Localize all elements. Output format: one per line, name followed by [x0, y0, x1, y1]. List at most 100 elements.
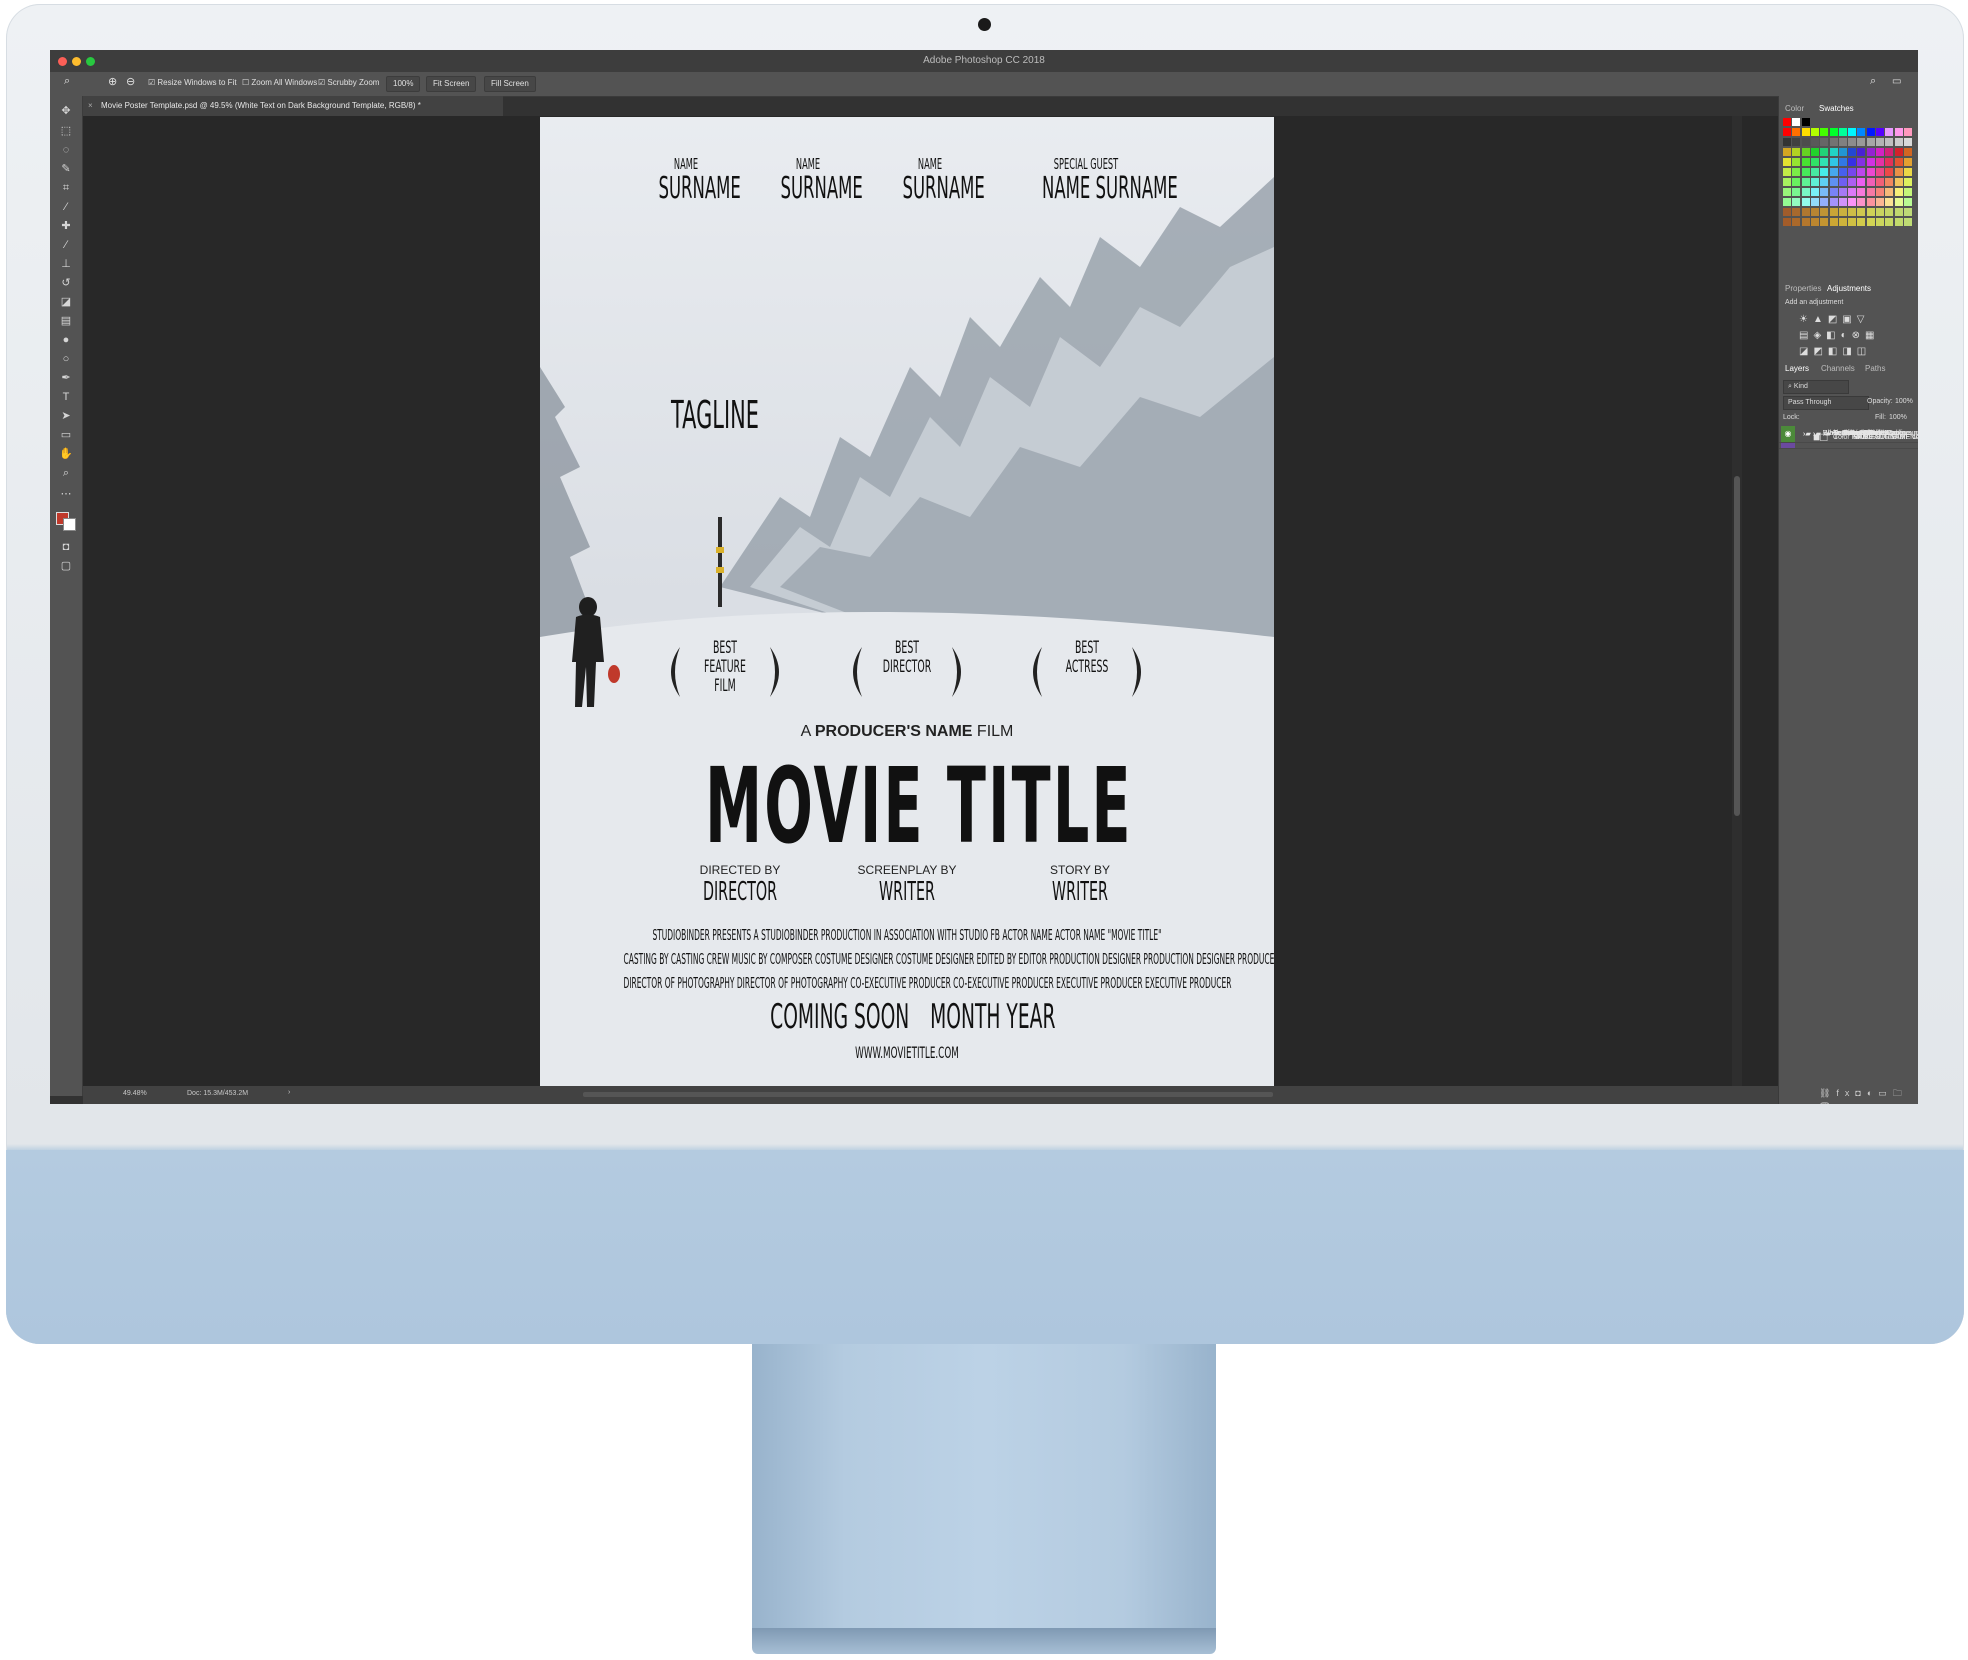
color-swatch[interactable]	[1783, 148, 1791, 156]
screen-mode-icon[interactable]: ▢	[58, 559, 74, 573]
fit-screen-button[interactable]: Fit Screen	[426, 76, 477, 92]
color-swatch[interactable]	[1857, 188, 1866, 196]
document-tab[interactable]: × Movie Poster Template.psd @ 49.5% (Whi…	[83, 96, 503, 116]
color-swatch[interactable]	[1810, 128, 1819, 136]
website-url[interactable]: WWW.MOVIETITLE.COM	[540, 1043, 1274, 1062]
color-swatch[interactable]	[1838, 148, 1847, 156]
close-tab-icon[interactable]: ×	[88, 96, 93, 116]
pen-tool-icon[interactable]: ✒	[58, 371, 74, 385]
color-swatch[interactable]	[1838, 158, 1847, 166]
color-swatch[interactable]	[1903, 128, 1912, 136]
tab-swatches[interactable]: Swatches	[1819, 104, 1854, 113]
color-swatch[interactable]	[1848, 218, 1857, 226]
color-swatch[interactable]	[1792, 168, 1801, 176]
color-swatch[interactable]	[1894, 168, 1903, 176]
color-swatch[interactable]	[1801, 218, 1810, 226]
color-swatch[interactable]	[1810, 148, 1819, 156]
color-swatch[interactable]	[1866, 138, 1875, 146]
color-swatch[interactable]	[1820, 128, 1829, 136]
status-arrow-icon[interactable]: ›	[288, 1089, 290, 1096]
color-swatch[interactable]	[1867, 118, 1875, 126]
tab-properties[interactable]: Properties	[1785, 284, 1821, 293]
color-swatch[interactable]	[1866, 188, 1875, 196]
color-swatch[interactable]	[1866, 178, 1875, 186]
workspace-icon[interactable]: ▭	[1892, 76, 1901, 87]
color-swatch[interactable]	[1820, 148, 1829, 156]
color-swatch[interactable]	[1894, 178, 1903, 186]
color-swatch[interactable]	[1848, 158, 1857, 166]
color-swatch[interactable]	[1792, 148, 1801, 156]
special-guest-name[interactable]: SPECIAL GUEST NAME SURNAME	[1006, 155, 1178, 206]
zoom-tool-icon-active[interactable]: ⌕	[58, 466, 74, 480]
color-swatch[interactable]	[1885, 198, 1894, 206]
color-swatch[interactable]	[1801, 168, 1810, 176]
color-swatch[interactable]	[1801, 188, 1810, 196]
horizontal-scrollbar[interactable]	[583, 1092, 1273, 1097]
color-swatch[interactable]	[1810, 198, 1819, 206]
fill-field[interactable]: 100%	[1889, 414, 1907, 421]
color-swatch[interactable]	[1839, 118, 1847, 126]
color-swatch[interactable]	[1885, 118, 1893, 126]
color-swatch[interactable]	[1857, 198, 1866, 206]
move-tool-icon[interactable]: ✥	[58, 104, 74, 118]
color-swatch[interactable]	[1894, 198, 1903, 206]
color-swatch[interactable]	[1820, 178, 1829, 186]
rectangle-tool-icon[interactable]: ▭	[58, 428, 74, 442]
billing-block[interactable]: STUDIOBINDER PRESENTS A STUDIOBINDER PRO…	[540, 923, 1275, 995]
color-swatch[interactable]	[1783, 178, 1791, 186]
color-swatch[interactable]	[1894, 128, 1903, 136]
actor-name-2[interactable]: NAME SURNAME	[758, 155, 863, 206]
release-date[interactable]: MONTH YEAR	[900, 997, 1055, 1037]
gradient-tool-icon[interactable]: ▤	[58, 314, 74, 328]
background-color-swatch[interactable]	[63, 518, 76, 531]
color-swatch[interactable]	[1885, 218, 1894, 226]
color-swatch[interactable]	[1783, 138, 1791, 146]
color-swatch[interactable]	[1783, 158, 1791, 166]
color-swatch[interactable]	[1820, 158, 1829, 166]
more-tools-icon[interactable]: ⋯	[58, 487, 74, 501]
clone-stamp-tool-icon[interactable]: ⊥	[58, 257, 74, 271]
color-swatch[interactable]	[1866, 148, 1875, 156]
zoom-100-button[interactable]: 100%	[386, 76, 421, 92]
color-swatch[interactable]	[1792, 128, 1801, 136]
eyedropper-tool-icon[interactable]: ⁄	[58, 200, 74, 214]
color-swatch[interactable]	[1848, 178, 1857, 186]
color-swatch[interactable]	[1885, 158, 1894, 166]
color-swatch[interactable]	[1801, 158, 1810, 166]
color-swatch[interactable]	[1810, 218, 1819, 226]
color-swatch[interactable]	[1903, 198, 1912, 206]
producer-line[interactable]: A PRODUCER'S NAME FILM	[540, 723, 1274, 741]
swatch-grid[interactable]	[1783, 118, 1915, 230]
scrollbar-thumb[interactable]	[1734, 476, 1740, 816]
color-swatch[interactable]	[1894, 158, 1903, 166]
healing-brush-tool-icon[interactable]: ✚	[58, 219, 74, 233]
hand-tool-icon[interactable]: ✋	[58, 447, 74, 461]
color-swatch[interactable]	[1866, 128, 1875, 136]
history-brush-tool-icon[interactable]: ↺	[58, 276, 74, 290]
color-swatch[interactable]	[1903, 188, 1912, 196]
color-swatch[interactable]	[1876, 208, 1884, 216]
color-swatch[interactable]	[1838, 218, 1847, 226]
color-swatch[interactable]	[1792, 158, 1801, 166]
color-swatch[interactable]	[1783, 218, 1791, 226]
color-swatch[interactable]	[1857, 208, 1866, 216]
color-swatch[interactable]	[1876, 198, 1884, 206]
resize-windows-checkbox[interactable]: ☑ Resize Windows to Fit	[148, 78, 237, 87]
color-swatch[interactable]	[1857, 128, 1866, 136]
color-swatch[interactable]	[1857, 118, 1865, 126]
color-swatch[interactable]	[1838, 198, 1847, 206]
color-swatch[interactable]	[1829, 158, 1838, 166]
color-swatch[interactable]	[1903, 158, 1912, 166]
screenplay-by-credit[interactable]: SCREENPLAY BY WRITER	[837, 863, 977, 907]
color-swatch[interactable]	[1810, 158, 1819, 166]
award-laurel-3[interactable]: BEST ACTRESS	[1022, 637, 1152, 707]
color-swatch[interactable]	[1783, 198, 1791, 206]
color-swatch[interactable]	[1866, 218, 1875, 226]
color-swatch[interactable]	[1829, 178, 1838, 186]
brush-tool-icon[interactable]: ∕	[58, 238, 74, 252]
tab-layers[interactable]: Layers	[1785, 364, 1809, 373]
color-swatch[interactable]	[1885, 178, 1894, 186]
scrubby-zoom-checkbox[interactable]: ☑ Scrubby Zoom	[318, 78, 379, 87]
color-swatch[interactable]	[1783, 128, 1791, 136]
tab-channels[interactable]: Channels	[1821, 364, 1855, 373]
